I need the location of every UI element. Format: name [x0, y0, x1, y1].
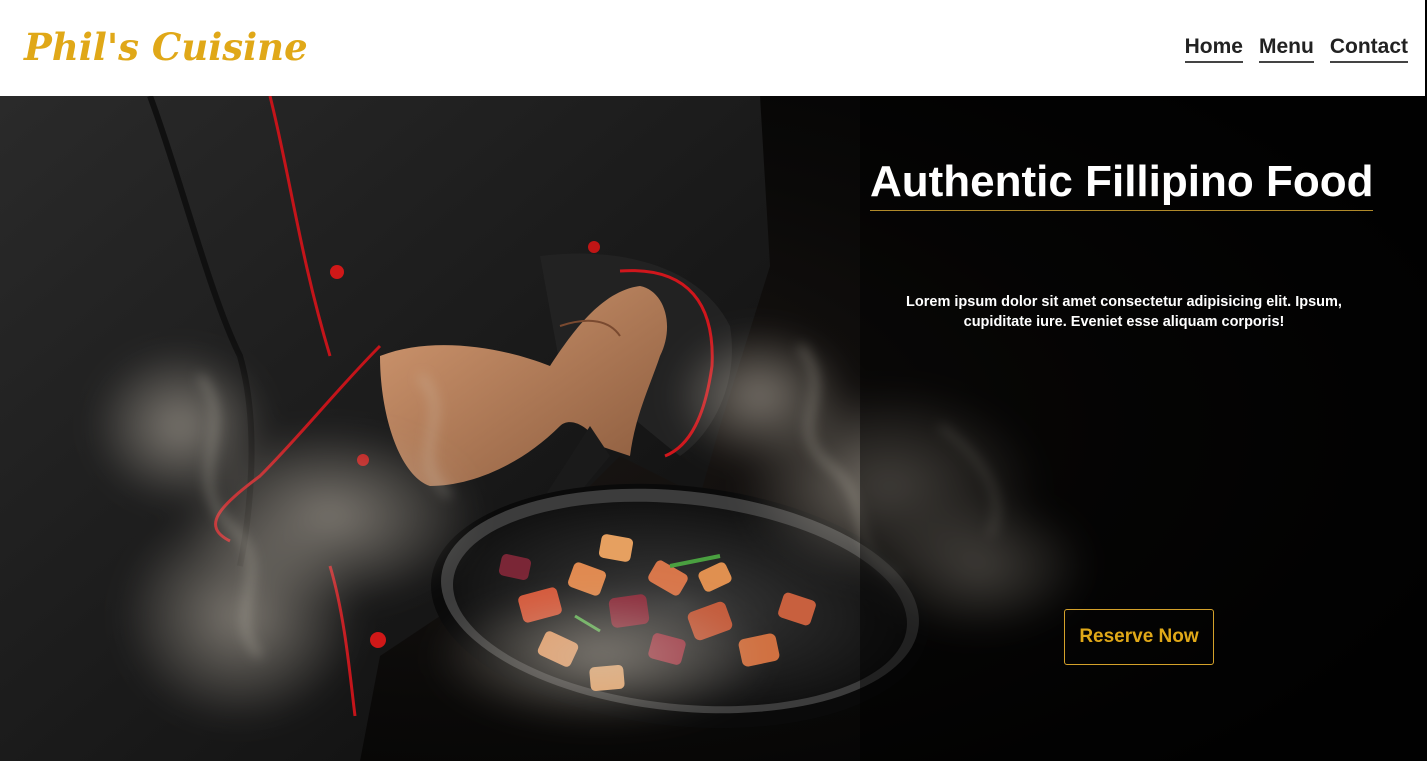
nav-link-contact[interactable]: Contact [1329, 34, 1408, 63]
nav-link-menu[interactable]: Menu [1259, 34, 1314, 63]
hero-description: Lorem ipsum dolor sit amet consectetur a… [906, 294, 1342, 330]
hero-title: Authentic Fillipino Food [870, 156, 1374, 211]
reserve-now-button[interactable]: Reserve Now [1064, 609, 1214, 665]
nav-link-home[interactable]: Home [1184, 34, 1243, 63]
brand-logo[interactable]: Phil's Cuisine [24, 22, 308, 72]
nav-links: Home Menu Contact [1184, 34, 1408, 63]
navbar: Phil's Cuisine Home Menu Contact [0, 0, 1425, 96]
hero-section: Authentic Fillipino Food Lorem ipsum dol… [0, 96, 1427, 761]
